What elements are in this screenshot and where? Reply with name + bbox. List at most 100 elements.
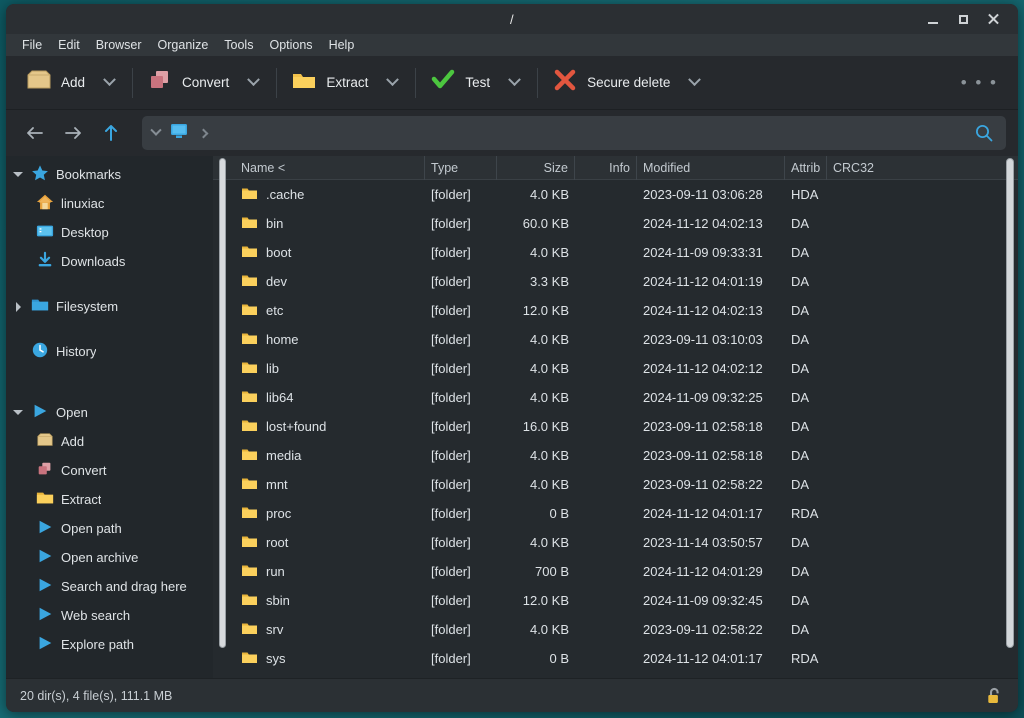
table-row[interactable]: srv [folder] 4.0 KB 2023-09-11 02:58:22 DA xyxy=(235,615,1018,644)
sidebar-item-explore-path[interactable]: Explore path xyxy=(6,630,213,659)
window-title: / xyxy=(510,11,514,27)
column-header-type[interactable]: Type xyxy=(425,155,497,180)
convert-button[interactable]: Convert xyxy=(139,63,237,102)
sidebar-item-open-archive[interactable]: Open archive xyxy=(6,543,213,572)
convert-dropdown-button[interactable] xyxy=(237,70,270,95)
folder-icon xyxy=(241,186,258,204)
menu-file[interactable]: File xyxy=(14,36,50,54)
sidebar-item-open-path[interactable]: Open path xyxy=(6,514,213,543)
close-button[interactable] xyxy=(978,6,1008,32)
test-dropdown-button[interactable] xyxy=(498,70,531,95)
twisty-collapsed-icon[interactable] xyxy=(12,301,24,312)
sidebar-section-history[interactable]: History xyxy=(6,337,213,366)
menu-edit[interactable]: Edit xyxy=(50,36,88,54)
toolbar-overflow-button[interactable]: • • • xyxy=(953,69,1006,97)
sidebar-item-web-search[interactable]: Web search xyxy=(6,601,213,630)
sidebar-item-linuxiac[interactable]: linuxiac xyxy=(6,189,213,218)
secure-delete-button[interactable]: Secure delete xyxy=(544,63,678,102)
cell-type: [folder] xyxy=(431,274,471,289)
sidebar-section-filesystem[interactable]: Filesystem xyxy=(6,292,213,321)
add-dropdown-button[interactable] xyxy=(93,70,126,95)
sidebar-label: Web search xyxy=(61,608,131,623)
file-list-scrollbar-right[interactable] xyxy=(1006,158,1014,648)
forward-button[interactable] xyxy=(56,118,90,148)
menu-browser[interactable]: Browser xyxy=(88,36,150,54)
table-row[interactable]: .cache [folder] 4.0 KB 2023-09-11 03:06:28 H… xyxy=(235,180,1018,209)
add-label: Add xyxy=(61,75,86,90)
extract-button[interactable]: Extract xyxy=(283,63,376,102)
table-row[interactable]: root [folder] 4.0 KB 2023-11-14 03:50:57 DA xyxy=(235,528,1018,557)
table-row[interactable]: dev [folder] 3.3 KB 2024-11-12 04:01:19 DA xyxy=(235,267,1018,296)
column-header-modified[interactable]: Modified xyxy=(637,155,785,180)
minimize-button[interactable] xyxy=(918,6,948,32)
menu-bar: File Edit Browser Organize Tools Options… xyxy=(6,34,1018,56)
cell-modified: 2023-09-11 02:58:18 xyxy=(643,419,763,434)
test-button[interactable]: Test xyxy=(422,63,498,102)
column-header-info[interactable]: Info xyxy=(575,155,637,180)
breadcrumb-chevron-icon[interactable] xyxy=(198,128,209,138)
cell-info xyxy=(575,238,637,267)
cell-size: 4.0 KB xyxy=(529,187,569,202)
chevron-down-icon[interactable] xyxy=(150,124,162,136)
table-row[interactable]: mnt [folder] 4.0 KB 2023-09-11 02:58:22 DA xyxy=(235,470,1018,499)
cell-name: lib64 xyxy=(235,383,425,412)
lock-button[interactable] xyxy=(984,686,1004,706)
menu-help[interactable]: Help xyxy=(321,36,363,54)
table-row[interactable]: bin [folder] 60.0 KB 2024-11-12 04:02:13 DA xyxy=(235,209,1018,238)
table-row[interactable]: sbin [folder] 12.0 KB 2024-11-09 09:32:45 DA xyxy=(235,586,1018,615)
table-row[interactable]: media [folder] 4.0 KB 2023-09-11 02:58:18 DA xyxy=(235,441,1018,470)
computer-monitor-icon[interactable] xyxy=(170,123,188,144)
convert-squares-icon xyxy=(147,69,173,96)
table-row[interactable]: run [folder] 700 B 2024-11-12 04:01:29 DA xyxy=(235,557,1018,586)
up-button[interactable] xyxy=(94,118,128,148)
cell-name: srv xyxy=(235,615,425,644)
table-row[interactable]: proc [folder] 0 B 2024-11-12 04:01:17 RDA xyxy=(235,499,1018,528)
table-row[interactable]: boot [folder] 4.0 KB 2024-11-09 09:33:31 DA xyxy=(235,238,1018,267)
table-row[interactable]: lib64 [folder] 4.0 KB 2024-11-09 09:32:25 DA xyxy=(235,383,1018,412)
add-button[interactable]: Add xyxy=(18,63,93,102)
secure-delete-dropdown-button[interactable] xyxy=(678,70,711,95)
extract-dropdown-button[interactable] xyxy=(376,70,409,95)
sidebar-item-add[interactable]: Add xyxy=(6,427,213,456)
table-row[interactable]: lost+found [folder] 16.0 KB 2023-09-11 02:5… xyxy=(235,412,1018,441)
sidebar-item-search-and-drag-here[interactable]: Search and drag here xyxy=(6,572,213,601)
path-input[interactable] xyxy=(142,116,1006,150)
toolbar-group-test: Test xyxy=(422,63,531,103)
table-row[interactable]: sys [folder] 0 B 2024-11-12 04:01:17 RDA xyxy=(235,644,1018,673)
content-area: Bookmarks linuxiac Desktop Downloads Fil… xyxy=(6,155,1018,678)
archive-box-icon xyxy=(26,69,52,96)
sidebar-section-bookmarks[interactable]: Bookmarks xyxy=(6,160,213,189)
sidebar-section-open[interactable]: Open xyxy=(6,398,213,427)
column-header-size[interactable]: Size xyxy=(497,155,575,180)
sidebar-item-desktop[interactable]: Desktop xyxy=(6,218,213,247)
file-list-scrollbar-left[interactable] xyxy=(219,158,226,648)
column-header-attributes[interactable]: Attrib xyxy=(785,155,827,180)
table-row[interactable]: home [folder] 4.0 KB 2023-09-11 03:10:03 DA xyxy=(235,325,1018,354)
twisty-expanded-icon[interactable] xyxy=(12,172,24,177)
menu-options[interactable]: Options xyxy=(261,36,320,54)
table-row[interactable]: lib [folder] 4.0 KB 2024-11-12 04:02:12 DA xyxy=(235,354,1018,383)
sidebar-item-extract[interactable]: Extract xyxy=(6,485,213,514)
search-button[interactable] xyxy=(970,123,998,143)
cell-attributes: DA xyxy=(791,622,810,637)
cell-size: 60.0 KB xyxy=(522,216,569,231)
menu-organize[interactable]: Organize xyxy=(150,36,217,54)
desktop-icon xyxy=(36,222,54,243)
twisty-expanded-icon[interactable] xyxy=(12,410,24,415)
back-arrow-icon xyxy=(27,127,43,139)
sidebar-item-downloads[interactable]: Downloads xyxy=(6,247,213,276)
cell-name: bin xyxy=(235,209,425,238)
menu-tools[interactable]: Tools xyxy=(216,36,261,54)
cell-info xyxy=(575,296,637,325)
sidebar-item-convert[interactable]: Convert xyxy=(6,456,213,485)
maximize-button[interactable] xyxy=(948,6,978,32)
column-header-crc32[interactable]: CRC32 xyxy=(827,156,927,180)
table-row[interactable]: etc [folder] 12.0 KB 2024-11-12 04:02:13 DA xyxy=(235,296,1018,325)
toolbar-divider xyxy=(276,67,278,98)
back-button[interactable] xyxy=(18,118,52,148)
cell-crc32 xyxy=(827,615,927,644)
folder-icon xyxy=(241,389,258,407)
column-header-name[interactable]: Name < xyxy=(235,155,425,180)
